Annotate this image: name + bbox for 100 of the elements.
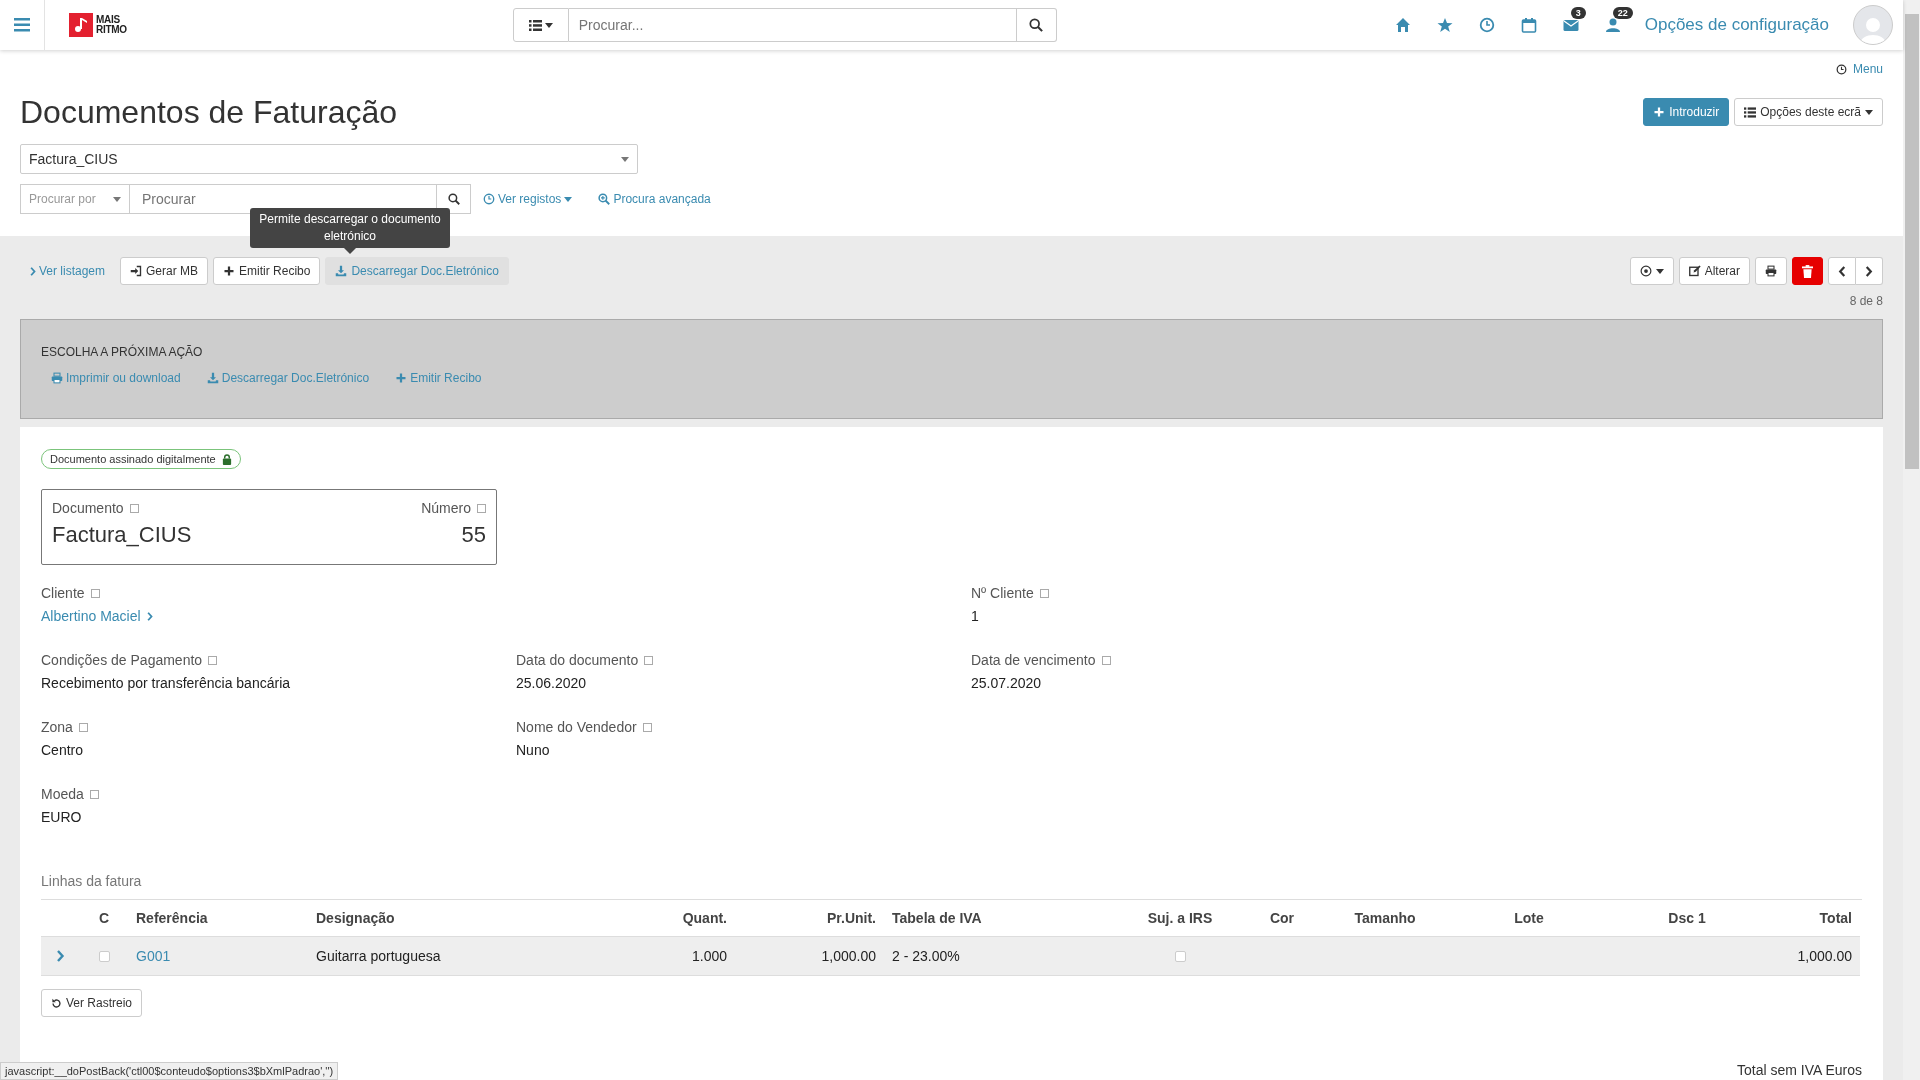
action-link[interactable]: Emitir Recibo [395,371,482,385]
star-icon [1436,17,1453,33]
list-dropdown-button[interactable] [512,8,569,42]
table-cell: 1,000.00 [1762,937,1860,976]
next-button[interactable] [1856,257,1883,285]
field-label: Documento [52,500,124,516]
field-value: Recebimento por transferência bancária [41,675,292,691]
client-link[interactable]: Albertino Maciel [41,608,141,624]
reference-link[interactable]: G001 [136,948,171,964]
table-cell: 2 - 23.00% [884,937,1120,976]
print-button[interactable] [1755,257,1787,285]
action-link[interactable]: Descarregar Doc.Eletrónico [206,371,370,385]
delete-button[interactable] [1792,257,1823,285]
field-value: 25.07.2020 [971,675,1043,691]
expand-icon[interactable] [129,503,139,513]
trash-icon [1802,264,1813,278]
document-type-select[interactable]: Factura_CIUS [20,144,638,174]
calendar-icon [1520,17,1537,33]
chevron-right-icon [1865,265,1873,277]
irs-checkbox[interactable] [1174,950,1186,962]
document-number-value: 55 [461,522,486,548]
expand-icon[interactable] [90,588,100,598]
download-icon [206,372,219,384]
search-icon [1029,18,1044,32]
menu-icon [14,18,30,32]
field-label: Nome do Vendedor [516,719,637,735]
user-icon [1604,17,1621,33]
expand-icon[interactable] [477,503,486,513]
field-value: Nuno [516,742,551,758]
screen-options-button[interactable]: Opções deste ecrã [1734,98,1883,126]
actions-dropdown-button[interactable] [1629,257,1674,285]
plus-icon [223,265,236,277]
music-note-icon [69,13,93,37]
chevron-right-icon [146,611,153,621]
search-by-select[interactable]: Procurar por [20,184,130,214]
action-link[interactable]: Imprimir ou download [51,371,181,385]
expand-chevron-icon[interactable] [56,950,65,962]
field-label: Número [421,500,471,516]
row-checkbox[interactable] [98,950,110,962]
chevron-left-icon [1838,265,1846,277]
page-title: Documentos de Faturação [20,94,398,131]
table-cell: 1,000.00 [735,937,884,976]
download-icon [335,265,348,277]
clock-icon [1835,63,1847,75]
toolbar-button[interactable]: Descarregar Doc.Eletrónico [325,257,509,285]
record-counter: 8 de 8 [1848,294,1883,308]
table-cell: 1.000 [620,937,735,976]
list-icon [1744,106,1757,118]
field-value: Centro [41,742,85,758]
clock-button[interactable] [1478,17,1495,33]
previous-button[interactable] [1828,257,1856,285]
toolbar-button[interactable]: Gerar MB [120,257,209,285]
chevron-right-icon [30,266,36,276]
expand-icon[interactable] [1101,655,1111,665]
status-bar-url: javascript:__doPostBack('ctl00$conteudo$options3$bXmlPadrao','') [0,1062,339,1080]
view-records-dropdown[interactable]: Ver registos [483,192,573,206]
edit-button[interactable]: Alterar [1678,257,1750,285]
panel-title: ESCOLHA A PRÓXIMA AÇÃO [41,345,204,359]
mail-button[interactable] [1562,17,1579,33]
plus-icon [395,372,408,384]
field-label: Nº Cliente [971,585,1034,601]
document-type-value: Factura_CIUS [52,522,193,548]
plus-icon [1653,106,1666,118]
search-field[interactable]: Procurar... [568,8,1017,42]
search-button[interactable] [437,184,471,214]
envelope-icon [1562,17,1579,33]
clock-icon [483,193,495,205]
star-button[interactable] [1436,17,1453,33]
toolbar-button[interactable]: Emitir Recibo [213,257,321,285]
scrollbar[interactable] [1903,0,1920,1080]
sign-in-icon [130,265,143,277]
expand-icon[interactable] [89,789,99,799]
field-label: Cliente [41,585,85,601]
home-icon [1394,17,1411,33]
expand-icon[interactable] [1039,588,1049,598]
total-label: Total sem IVA Euros [1737,1062,1862,1078]
table-cell: Guitarra portuguesa [308,937,620,976]
printer-icon [51,372,63,384]
trace-button[interactable]: Ver Rastreio [41,989,143,1017]
expand-icon[interactable] [644,655,654,665]
field-value: EURO [41,809,83,825]
calendar-button[interactable] [1520,17,1537,33]
count-badge: 22 [1612,7,1633,19]
count-badge: 3 [1570,7,1586,19]
expand-icon[interactable] [208,655,218,665]
home-button[interactable] [1394,17,1411,33]
field-value: 25.06.2020 [516,675,588,691]
expand-icon[interactable] [642,722,652,732]
view-list-link[interactable]: Ver listagem [30,264,106,278]
advanced-search-link[interactable]: Procura avançada [598,192,711,206]
zoom-in-icon [598,193,611,205]
field-label: Data do documento [516,652,639,668]
search-button[interactable] [1016,8,1057,42]
user-button[interactable] [1604,17,1621,33]
settings-link[interactable]: Opções de configuração [1644,15,1829,35]
add-button[interactable]: Introduzir [1643,98,1730,126]
edit-icon [1688,265,1701,277]
expand-icon[interactable] [78,722,88,732]
section-title: Linhas da fatura [41,873,143,889]
menu-link[interactable]: Menu [1852,62,1883,76]
